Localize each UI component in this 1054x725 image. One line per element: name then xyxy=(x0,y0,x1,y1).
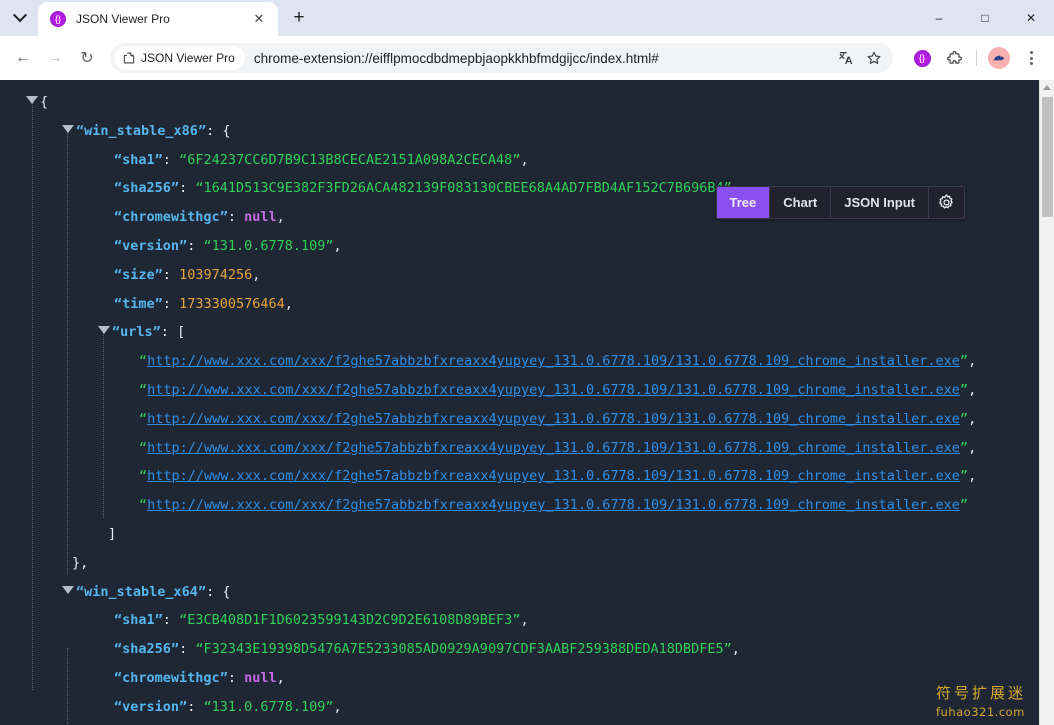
kebab-menu-icon xyxy=(1029,51,1033,65)
minimize-button[interactable]: – xyxy=(916,0,962,36)
value-x86-sha256: 1641D513C9E382F3FD26ACA482139F083130CBEE… xyxy=(203,180,724,197)
tab-title: JSON Viewer Pro xyxy=(76,12,170,26)
new-tab-button[interactable]: + xyxy=(285,4,313,32)
json-line-x86-size: “size”: 103974256, xyxy=(114,266,261,283)
json-line-x64-version: “version”: “131.0.6778.109”, xyxy=(114,698,342,715)
collapse-triangle-icon[interactable] xyxy=(98,326,110,335)
toolbar-divider xyxy=(976,50,977,66)
key-version: version xyxy=(122,237,180,254)
json-line-x86-version: “version”: “131.0.6778.109”, xyxy=(114,237,342,254)
value-x64-version: 131.0.6778.109 xyxy=(211,698,326,715)
url-link[interactable]: http://www.xxx.com/xxx/f2ghe57abbzbfxrea… xyxy=(147,353,960,369)
tab-close-icon[interactable]: ✕ xyxy=(250,10,268,28)
json-line-x64-sha256: “sha256”: “F32343E19398D5476A7E5233085AD… xyxy=(114,641,740,658)
tab-tree[interactable]: Tree xyxy=(716,187,771,218)
json-viewer-pro-favicon: {} xyxy=(50,11,66,27)
json-line-x86-close: }, xyxy=(72,554,89,571)
json-line-url-item: “http://www.xxx.com/xxx/f2ghe57abbzbfxre… xyxy=(139,468,977,485)
scrollbar-up-arrow[interactable] xyxy=(1040,80,1054,95)
bookmark-star-icon[interactable] xyxy=(861,45,887,71)
tab-search-icon[interactable] xyxy=(6,4,34,32)
browser-toolbar: ← → ↻ JSON Viewer Pro chrome-extension:/… xyxy=(0,36,1054,80)
profile-avatar[interactable] xyxy=(984,43,1014,73)
key-win-stable-x86: win_stable_x86 xyxy=(84,122,198,139)
url-link[interactable]: http://www.xxx.com/xxx/f2ghe57abbzbfxrea… xyxy=(147,382,960,398)
json-line-x86-urls-open: “urls”: [ xyxy=(26,318,1039,347)
tab-strip: {} JSON Viewer Pro ✕ + – □ ✕ xyxy=(0,0,1054,36)
settings-gear-icon[interactable] xyxy=(929,187,964,218)
key-win-stable-x64: win_stable_x64 xyxy=(84,583,198,600)
reload-button[interactable]: ↻ xyxy=(72,43,102,73)
value-x64-sha1: E3CB408D1F1D6023599143D2C9D2E6108D89BEF3 xyxy=(187,612,513,629)
json-line-win-stable-x86: “win_stable_x86”: { xyxy=(26,117,1039,146)
key-chromewithgc: chromewithgc xyxy=(122,669,220,686)
url-link[interactable]: http://www.xxx.com/xxx/f2ghe57abbzbfxrea… xyxy=(147,497,960,513)
collapse-triangle-icon[interactable] xyxy=(62,585,74,594)
collapse-triangle-icon[interactable] xyxy=(26,96,38,104)
value-x64-chromewithgc: null xyxy=(244,669,277,686)
json-line-x86-time: “time”: 1733300576464, xyxy=(114,295,293,312)
json-line-x86-sha1: “sha1”: “6F24237CC6D7B9C13B8CECAE2151A09… xyxy=(114,151,529,168)
json-line-url-item: “http://www.xxx.com/xxx/f2ghe57abbzbfxre… xyxy=(139,497,969,514)
json-tree: { “win_stable_x86”: { “sha1”: “6F24237CC… xyxy=(0,88,1039,725)
key-time: time xyxy=(122,295,155,312)
chevron-down-icon xyxy=(12,8,28,23)
maximize-button[interactable]: □ xyxy=(962,0,1008,36)
json-tree-scroll-area[interactable]: { “win_stable_x86”: { “sha1”: “6F24237CC… xyxy=(0,80,1039,725)
collapse-triangle-icon[interactable] xyxy=(62,124,74,133)
key-urls: urls xyxy=(120,324,153,341)
value-x86-sha1: 6F24237CC6D7B9C13B8CECAE2151A098A2CECA48 xyxy=(187,151,513,168)
value-x64-sha256: F32343E19398D5476A7E5233085AD0929A9097CD… xyxy=(203,641,724,658)
browser-window: {} JSON Viewer Pro ✕ + – □ ✕ ← → ↻ JSON xyxy=(0,0,1054,725)
omnibox-actions xyxy=(833,45,887,71)
value-x86-size: 103974256 xyxy=(179,266,253,283)
json-line-win-stable-x64: “win_stable_x64”: { xyxy=(26,578,1039,607)
viewer-mode-tabs: Tree Chart JSON Input xyxy=(715,186,965,219)
tab-chart[interactable]: Chart xyxy=(770,187,832,218)
key-sha1: sha1 xyxy=(122,151,155,168)
json-line-x64-sha1: “sha1”: “E3CB408D1F1D6023599143D2C9D2E61… xyxy=(114,612,529,629)
json-line-root-open: { xyxy=(26,88,1039,117)
forward-button[interactable]: → xyxy=(40,43,70,73)
key-sha256: sha256 xyxy=(122,641,171,658)
browser-tab[interactable]: {} JSON Viewer Pro ✕ xyxy=(38,2,278,36)
json-viewer-pro-extension-icon[interactable]: {} xyxy=(907,43,937,73)
close-window-button[interactable]: ✕ xyxy=(1008,0,1054,36)
key-sha1: sha1 xyxy=(122,612,155,629)
page-scrollbar[interactable] xyxy=(1039,80,1054,725)
json-viewer-page: Tree Chart JSON Input {“win_stable_x86”… xyxy=(0,80,1054,725)
site-identity-chip[interactable]: JSON Viewer Pro xyxy=(114,46,245,70)
value-x86-chromewithgc: null xyxy=(244,209,277,226)
key-sha256: sha256 xyxy=(122,180,171,197)
value-x86-time: 1733300576464 xyxy=(179,295,285,312)
tab-json-input[interactable]: JSON Input xyxy=(831,187,929,218)
back-button[interactable]: ← xyxy=(8,43,38,73)
chrome-menu-button[interactable] xyxy=(1016,43,1046,73)
key-version: version xyxy=(122,698,180,715)
site-chip-label: JSON Viewer Pro xyxy=(141,51,235,65)
json-line-url-item: “http://www.xxx.com/xxx/f2ghe57abbzbfxre… xyxy=(139,410,977,427)
url-link[interactable]: http://www.xxx.com/xxx/f2ghe57abbzbfxrea… xyxy=(147,440,960,456)
triangle-up-icon xyxy=(1043,85,1051,90)
json-line-url-item: “http://www.xxx.com/xxx/f2ghe57abbzbfxre… xyxy=(139,439,977,456)
key-size: size xyxy=(122,266,155,283)
json-line-url-item: “http://www.xxx.com/xxx/f2ghe57abbzbfxre… xyxy=(139,353,977,370)
json-line-url-item: “http://www.xxx.com/xxx/f2ghe57abbzbfxre… xyxy=(139,381,977,398)
key-chromewithgc: chromewithgc xyxy=(122,209,220,226)
scrollbar-thumb[interactable] xyxy=(1042,97,1053,217)
address-bar[interactable]: JSON Viewer Pro chrome-extension://eiffl… xyxy=(110,43,893,73)
avatar xyxy=(988,47,1010,69)
url-link[interactable]: http://www.xxx.com/xxx/f2ghe57abbzbfxrea… xyxy=(147,468,960,484)
translate-icon[interactable] xyxy=(833,45,859,71)
extension-icons: {} xyxy=(901,43,1046,73)
window-controls: – □ ✕ xyxy=(916,0,1054,36)
json-viewer-pro-badge: {} xyxy=(913,49,931,67)
extension-puzzle-icon xyxy=(122,51,136,65)
url-text[interactable]: chrome-extension://eifflpmocdbdmepbjaopk… xyxy=(254,51,833,66)
json-line-x64-chromewithgc: “chromewithgc”: null, xyxy=(114,669,285,686)
extensions-puzzle-icon[interactable] xyxy=(939,43,969,73)
json-line-x86-urls-close: ] xyxy=(108,525,117,542)
value-x86-version: 131.0.6778.109 xyxy=(211,237,326,254)
url-link[interactable]: http://www.xxx.com/xxx/f2ghe57abbzbfxrea… xyxy=(147,411,960,427)
